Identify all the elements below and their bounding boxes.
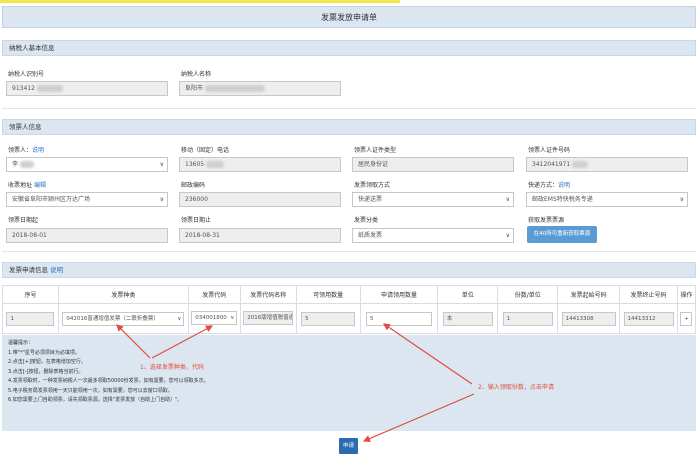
col-header-end-no: 发票终止号码 (619, 285, 678, 304)
redacted-mark (36, 85, 63, 92)
col-header-requested: 申请领用数量 (359, 285, 439, 304)
category-label: 发票分类 (354, 217, 379, 224)
chevron-down-icon: ∨ (159, 196, 164, 203)
express-method-label: 快递方式：说明 (528, 182, 571, 189)
chevron-down-icon: ∨ (505, 232, 510, 239)
col-header-per-unit: 份数/单位 (497, 285, 559, 304)
invoice-code-name: 2016版增值税普通发 (243, 310, 294, 325)
apply-submit-button[interactable]: 申请 (339, 438, 358, 454)
chevron-down-icon: ∨ (159, 161, 164, 168)
redacted-mark (206, 161, 225, 168)
notice-line: 5.电子税务局发票领用一天只能领用一次，如有需要，您可以去窗口领取。 (8, 387, 173, 394)
end-date-label: 领票日期止 (181, 217, 212, 224)
start-date-field[interactable]: 2018-08-01 (6, 228, 168, 243)
divider (2, 108, 696, 109)
requested-quantity-input[interactable]: 5 (365, 311, 432, 326)
recipient-label: 领票人：说明 (8, 147, 45, 154)
id-type-field: 居民身份证 (352, 157, 514, 172)
phone-label: 移动（固定）电话 (181, 147, 230, 154)
id-number-field: 3412041971 (526, 157, 688, 172)
col-header-code: 发票代码 (187, 285, 241, 304)
chevron-down-icon: ∨ (679, 196, 684, 203)
notice-line: 6.如您需要上门自助领票，请先领取票源，选择"发票发放（自助上门自助）"。 (8, 397, 183, 403)
address-label: 收票地址 编辑 (8, 182, 46, 189)
chevron-down-icon: ∨ (505, 196, 510, 203)
start-date-label: 领票日期起 (8, 217, 39, 224)
end-number: 14413312 (623, 311, 674, 326)
annotation-step-1: 1、选择发票种类、代码 (140, 364, 204, 371)
start-number: 14413308 (561, 311, 616, 326)
unit-value: 本 (442, 311, 493, 326)
notice-line: 4.发票领取时，一种发票纳税人一次最多领取50000份发票，如有需要，您可以领取… (8, 378, 209, 384)
top-highlight-strip (0, 0, 400, 3)
col-header-start-no: 发票起始号码 (557, 285, 621, 304)
row-index: 1 (6, 311, 55, 326)
per-unit-value: 1 (502, 311, 553, 326)
invoice-code-select[interactable]: 034001800 ∨ (191, 310, 238, 325)
invoice-apply-table: 序号 发票种类 发票代码 发票代码名称 可领用数量 申请领用数量 单位 份数/单… (2, 285, 697, 334)
quota-label: 获取发票票源 (528, 217, 565, 224)
notice-title: 温馨提示： (8, 340, 34, 346)
taxpayer-name-field: 阜阳市 (179, 81, 341, 96)
notice-line: 2.点击[+]按钮，在表格增加空行。 (8, 359, 86, 365)
address-select[interactable]: 安徽省阜阳市颍州区万达广场 ∨ (6, 192, 168, 207)
chevron-down-icon: ∨ (230, 314, 235, 321)
end-date-field[interactable]: 2018-08-31 (179, 228, 341, 243)
add-row-button[interactable]: + (680, 311, 693, 326)
invoice-type-select[interactable]: 042016普通增值发票（二联折叠票） ∨ (62, 311, 185, 326)
category-select[interactable]: 纸质发票 ∨ (352, 228, 514, 243)
express-method-select[interactable]: 邮政EMS特快税务专递 ∨ (526, 192, 688, 207)
col-header-type: 发票种类 (57, 285, 189, 304)
table-row: 1 042016普通增值发票（二联折叠票） ∨ 034001800 ∨ 2016版增… (2, 303, 697, 334)
annotation-step-2: 2、输入领取份数，点击申请 (478, 384, 554, 391)
id-number-label: 领票人证件号码 (528, 147, 571, 154)
chevron-down-icon: ∨ (177, 315, 182, 322)
apply-help-link[interactable]: 说明 (50, 266, 63, 274)
col-header-index: 序号 (2, 285, 59, 304)
available-quantity: 5 (301, 311, 356, 326)
recipient-select[interactable]: 李 ∨ (6, 157, 168, 172)
postcode-label: 邮政编码 (181, 182, 206, 189)
taxpayer-section-heading: 纳税人基本信息 (2, 40, 696, 56)
page-title: 发票发放申请单 (2, 6, 696, 28)
recipient-help-link[interactable]: 说明 (32, 147, 44, 154)
apply-section-heading: 发票申请信息 说明 (2, 262, 696, 278)
phone-field[interactable]: 13605 (179, 157, 341, 172)
postcode-field: 236000 (179, 192, 341, 207)
redacted-mark (205, 85, 266, 92)
taxpayer-id-label: 纳税人识别号 (8, 71, 45, 78)
pickup-method-select[interactable]: 快递送票 ∨ (352, 192, 514, 207)
address-edit-link[interactable]: 编辑 (34, 182, 46, 189)
col-header-unit: 单位 (437, 285, 499, 304)
fetch-quota-button[interactable]: 在40所可重新获取票源 (527, 226, 597, 243)
redacted-mark (572, 161, 589, 168)
recipient-section-heading: 领票人信息 (2, 119, 696, 135)
notice-line: 1.带"*"星号必须项目为必填项。 (8, 349, 80, 356)
col-header-code-name: 发票代码名称 (239, 285, 297, 304)
notice-panel: 温馨提示： 1.带"*"星号必须项目为必填项。 2.点击[+]按钮，在表格增加空… (2, 335, 696, 431)
id-type-label: 领票人证件类型 (354, 147, 397, 154)
redacted-mark (20, 161, 35, 168)
col-header-available: 可领用数量 (295, 285, 361, 304)
col-header-action: 操作 (676, 285, 697, 304)
notice-line: 3.点击[-]按钮，删除表格当前行。 (8, 368, 84, 375)
taxpayer-name-label: 纳税人名称 (181, 71, 212, 78)
express-help-link[interactable]: 说明 (558, 182, 570, 189)
table-header-row: 序号 发票种类 发票代码 发票代码名称 可领用数量 申请领用数量 单位 份数/单… (2, 285, 697, 304)
divider (2, 251, 696, 252)
pickup-method-label: 发票领取方式 (354, 182, 391, 189)
taxpayer-id-field: 913412 (6, 81, 168, 96)
